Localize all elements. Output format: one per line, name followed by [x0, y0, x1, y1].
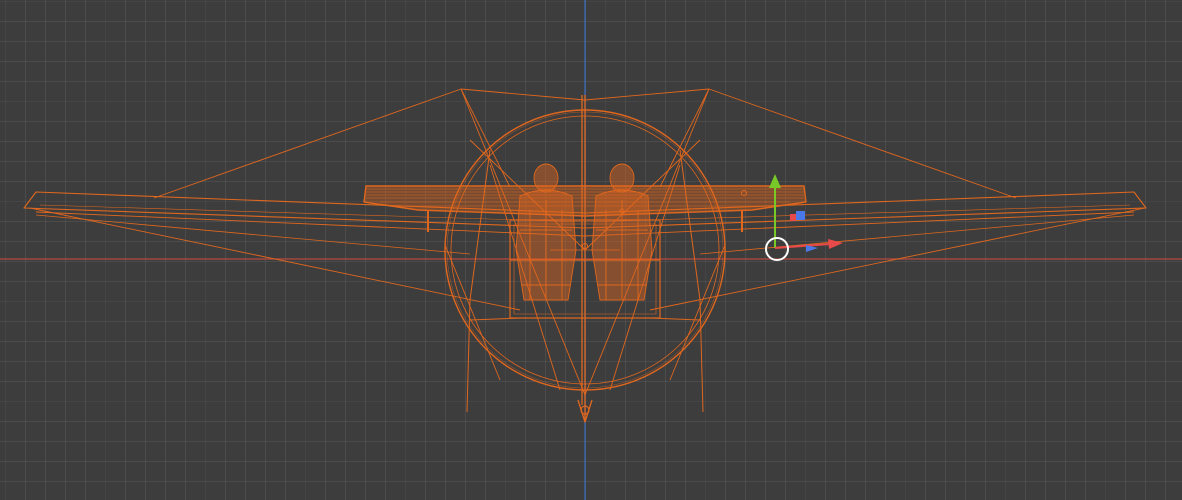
flying-wires	[29, 88, 1146, 396]
pivot-ring-icon[interactable]	[765, 237, 789, 261]
gizmo-xz-plane-handle[interactable]	[796, 211, 805, 220]
pilot-left	[515, 163, 577, 301]
airplane-wireframe[interactable]	[23, 88, 1147, 423]
gizmo-x-arrow-icon[interactable]	[828, 239, 843, 249]
gizmo-xy-plane-handle[interactable]	[790, 214, 796, 221]
viewport-canvas	[0, 0, 1182, 500]
pilot-right	[591, 163, 653, 301]
3d-viewport[interactable]	[0, 0, 1182, 500]
gizmo-y-arrow-icon[interactable]	[769, 174, 781, 188]
